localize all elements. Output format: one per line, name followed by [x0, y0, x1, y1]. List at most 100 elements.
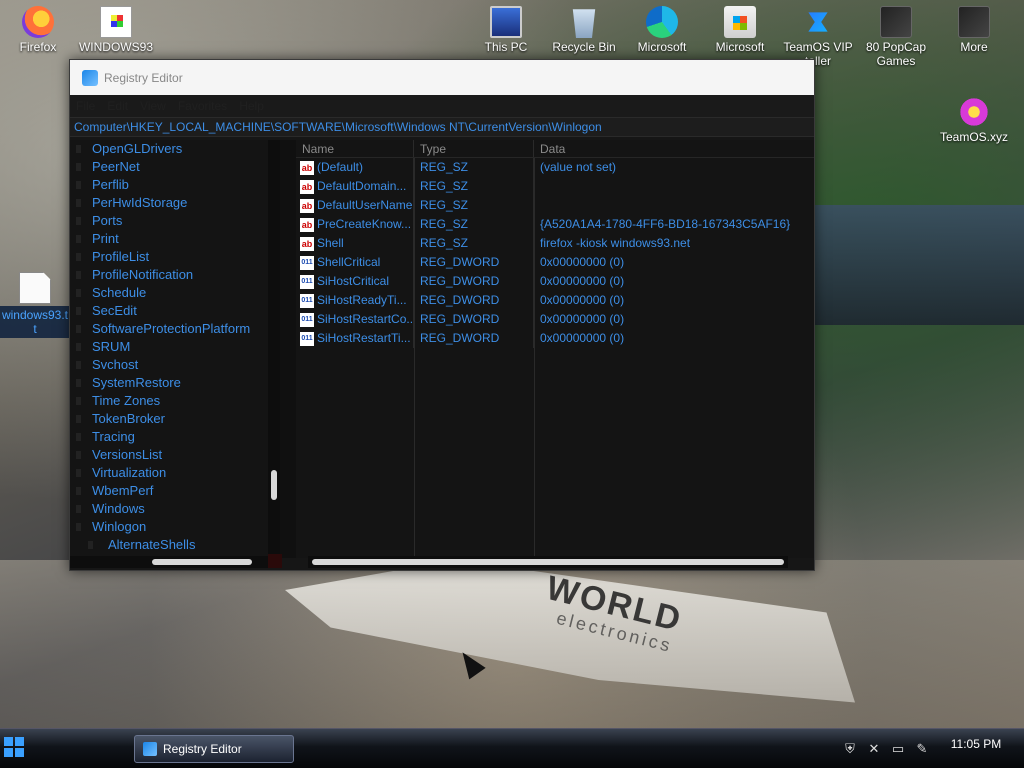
desktop-icon-windows93-txt[interactable]: windows93.t t [0, 272, 70, 338]
tree-item[interactable]: Print [70, 230, 278, 248]
desktop-icon-label: Recycle Bin [552, 40, 616, 54]
values-list[interactable]: Name Type Data ab (Default) REG_SZ (value n… [296, 140, 814, 558]
tree-item[interactable]: SRUM [70, 338, 278, 356]
value-data [534, 177, 814, 196]
desktop-icon-label-line2: Games [876, 54, 916, 68]
tree-item[interactable]: Tracing [70, 428, 278, 446]
list-horizontal-scrollbar[interactable] [308, 556, 788, 568]
scrollbar-thumb[interactable] [312, 559, 784, 565]
desktop-icon-microsoft-store[interactable]: Microsoft [702, 6, 778, 54]
start-button[interactable] [4, 737, 26, 759]
tree-item[interactable]: ProfileList [70, 248, 278, 266]
desktop-icon-firefox[interactable]: Firefox [0, 6, 76, 54]
column-header-type[interactable]: Type [414, 140, 534, 157]
window-titlebar[interactable]: Registry Editor [70, 60, 814, 95]
windows93-icon [100, 6, 132, 38]
tree-item-winlogon[interactable]: Winlogon [70, 518, 278, 536]
address-bar[interactable]: Computer\HKEY_LOCAL_MACHINE\SOFTWARE\Mic… [70, 117, 814, 137]
edge-icon [646, 6, 678, 38]
tree-item[interactable]: Schedule [70, 284, 278, 302]
desktop-icon-windows93[interactable]: WINDOWS93 [78, 6, 154, 54]
tree-item[interactable]: WbemPerf [70, 482, 278, 500]
value-row[interactable]: 011 SiHostCritical REG_DWORD 0x00000000 (0) [296, 272, 814, 291]
menu-edit[interactable]: Edit [107, 99, 128, 113]
tree-item[interactable]: SoftwareProtectionPlatform [70, 320, 278, 338]
string-value-icon: ab [300, 160, 314, 175]
tree-item[interactable]: Time Zones [70, 392, 278, 410]
taskbar-clock[interactable]: 11:05 PM [936, 737, 1016, 751]
tree-item[interactable]: VersionsList [70, 446, 278, 464]
desktop-icon-rename-field[interactable]: windows93.t t [0, 306, 70, 338]
desktop-icon-teamos-xyz[interactable]: TeamOS.xyz [936, 96, 1012, 144]
security-icon[interactable]: ⛨ [842, 741, 858, 757]
value-data [534, 196, 814, 215]
value-name: SiHostReadyTi... [317, 293, 407, 307]
volume-muted-icon[interactable]: ✕ [866, 741, 882, 757]
value-name-cell: ab DefaultDomain... [296, 177, 414, 196]
scrollbar-thumb[interactable] [152, 559, 252, 565]
value-data: 0x00000000 (0) [540, 312, 625, 326]
text-file-icon [19, 272, 51, 304]
value-row[interactable]: ab DefaultDomain... REG_SZ [296, 177, 814, 196]
value-name: ShellCritical [317, 255, 381, 269]
tree-item-alternate-shells[interactable]: AlternateShells [70, 536, 278, 554]
registry-editor-icon [82, 69, 98, 86]
value-row[interactable]: 011 SiHostRestartTi... REG_DWORD 0x00000000… [296, 329, 814, 348]
desktop-icon-label: WINDOWS93 [78, 40, 153, 54]
more-folder-icon [958, 6, 990, 38]
value-row[interactable]: ab (Default) REG_SZ (value not set) [296, 158, 814, 177]
menu-favorites[interactable]: Favorites [178, 99, 227, 113]
menu-help[interactable]: Help [239, 99, 264, 113]
value-data: 0x00000000 (0) [540, 331, 625, 345]
value-row[interactable]: 011 SiHostReadyTi... REG_DWORD 0x00000000 (… [296, 291, 814, 310]
taskbar-item-registry-editor[interactable]: Registry Editor [134, 735, 294, 763]
key-tree[interactable]: OpenGLDrivers PeerNet Perflib PerHwIdSto… [70, 140, 278, 558]
value-row[interactable]: ab DefaultUserName REG_SZ [296, 196, 814, 215]
pen-icon[interactable]: ✎ [914, 741, 930, 757]
tree-item[interactable]: Ports [70, 212, 278, 230]
value-row[interactable]: 011 SiHostRestartCo... REG_DWORD 0x00000000… [296, 310, 814, 329]
tree-item[interactable]: OpenGLDrivers [70, 140, 278, 158]
value-row[interactable]: ab PreCreateKnow... REG_SZ {A520A1A4-1780-4… [296, 215, 814, 234]
desktop-icon-this-pc[interactable]: This PC [468, 6, 544, 54]
string-value-icon: ab [300, 198, 314, 213]
tree-item[interactable]: PeerNet [70, 158, 278, 176]
menu-file[interactable]: File [76, 99, 95, 113]
value-type: REG_DWORD [414, 310, 534, 329]
network-icon[interactable]: ▭ [890, 741, 906, 757]
tree-item[interactable]: PerHwIdStorage [70, 194, 278, 212]
value-name: Shell [317, 236, 344, 250]
value-row[interactable]: ab Shell REG_SZ firefox -kiosk windows93.ne… [296, 234, 814, 253]
menu-bar: File Edit View Favorites Help [70, 95, 814, 117]
registry-editor-window[interactable]: Registry Editor File Edit View Favorites… [69, 59, 815, 571]
tree-item[interactable]: Windows [70, 500, 278, 518]
teamos-icon [808, 12, 828, 32]
tree-item[interactable]: Perflib [70, 176, 278, 194]
tree-item[interactable]: SecEdit [70, 302, 278, 320]
desktop-icon-label: TeamOS.xyz [939, 130, 1008, 144]
tree-horizontal-scrollbar[interactable] [70, 556, 268, 568]
scrollbar-thumb[interactable] [271, 470, 277, 500]
menu-view[interactable]: View [140, 99, 166, 113]
tree-item[interactable]: ProfileNotification [70, 266, 278, 284]
pane-splitter[interactable] [280, 140, 296, 558]
desktop-icon-microsoft-edge[interactable]: Microsoft [624, 6, 700, 54]
value-name-cell: ab Shell [296, 234, 414, 253]
desktop-icon-more[interactable]: More [936, 6, 1012, 54]
binary-value-icon: 011 [300, 331, 314, 346]
desktop-icon-recycle-bin[interactable]: Recycle Bin [546, 6, 622, 54]
tree-item[interactable]: Svchost [70, 356, 278, 374]
column-header-name[interactable]: Name [296, 140, 414, 157]
desktop-icon-popcap-games[interactable]: 80 PopCap Games [858, 6, 934, 68]
tree-vertical-scrollbar[interactable] [268, 140, 280, 558]
value-type: REG_DWORD [414, 329, 534, 348]
tree-item[interactable]: TokenBroker [70, 410, 278, 428]
value-name-cell: ab (Default) [296, 158, 414, 177]
tree-item[interactable]: SystemRestore [70, 374, 278, 392]
desktop-icon-label: TeamOS VIP [783, 40, 853, 54]
tree-item[interactable]: Virtualization [70, 464, 278, 482]
value-row[interactable]: 011 ShellCritical REG_DWORD 0x00000000 (0) [296, 253, 814, 272]
column-header-data[interactable]: Data [534, 140, 814, 157]
value-name-cell: 011 SiHostRestartTi... [296, 329, 414, 348]
value-name: SiHostRestartCo... [317, 312, 414, 326]
